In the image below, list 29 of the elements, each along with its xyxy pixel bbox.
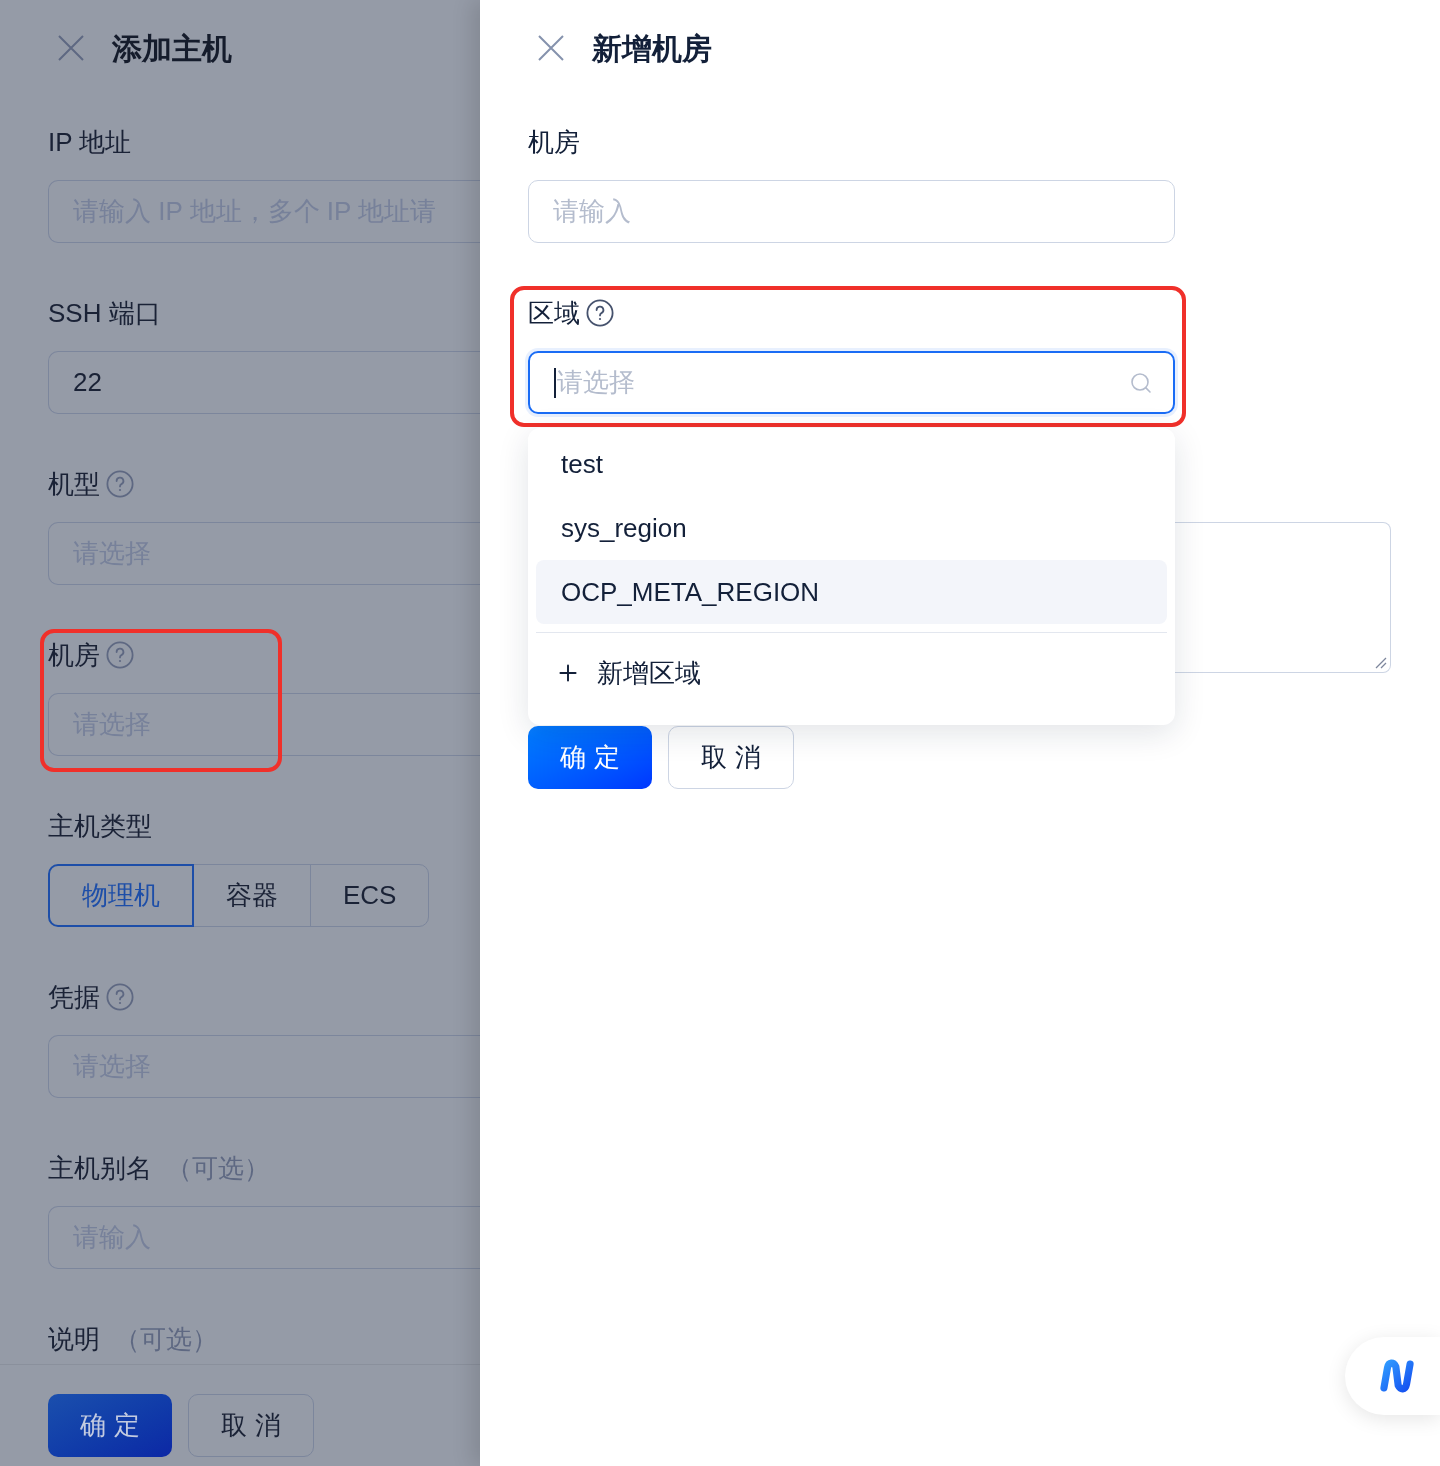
cancel-button[interactable]: 取 消 xyxy=(188,1394,314,1457)
search-icon[interactable] xyxy=(1129,370,1153,395)
text-cursor xyxy=(554,367,556,398)
field-label: 凭据 xyxy=(48,981,100,1014)
confirm-button[interactable]: 确 定 xyxy=(48,1394,172,1457)
input-field[interactable]: 22 xyxy=(48,351,480,414)
cancel-button[interactable]: 取 消 xyxy=(668,726,794,789)
resize-handle-icon[interactable] xyxy=(1375,657,1387,669)
floating-button[interactable] xyxy=(1345,1337,1440,1415)
help-icon[interactable] xyxy=(586,299,614,327)
field-label: 机型 xyxy=(48,468,100,501)
field-label: 机房 xyxy=(528,126,580,159)
field-label: 区域 xyxy=(528,297,580,330)
dropdown-option[interactable]: OCP_META_REGION xyxy=(536,560,1167,624)
field-label: SSH 端口 xyxy=(48,297,161,330)
close-icon[interactable] xyxy=(538,35,564,61)
field-label: 说明 xyxy=(48,1323,100,1356)
logo-icon xyxy=(1377,1358,1416,1394)
add-region-button[interactable]: 新增区域 xyxy=(536,633,1167,713)
confirm-button[interactable]: 确 定 xyxy=(528,726,652,789)
segment-option[interactable]: ECS xyxy=(310,864,430,927)
drawer-title: 新增机房 xyxy=(592,30,712,67)
drawer-title: 添加主机 xyxy=(112,30,232,67)
close-icon[interactable] xyxy=(58,35,84,61)
field-label: 主机别名 xyxy=(48,1152,152,1185)
field-label: 机房 xyxy=(48,639,100,672)
segment-option[interactable]: 容器 xyxy=(193,864,311,927)
field-label: 主机类型 xyxy=(48,810,152,843)
field-label: IP 地址 xyxy=(48,126,132,159)
